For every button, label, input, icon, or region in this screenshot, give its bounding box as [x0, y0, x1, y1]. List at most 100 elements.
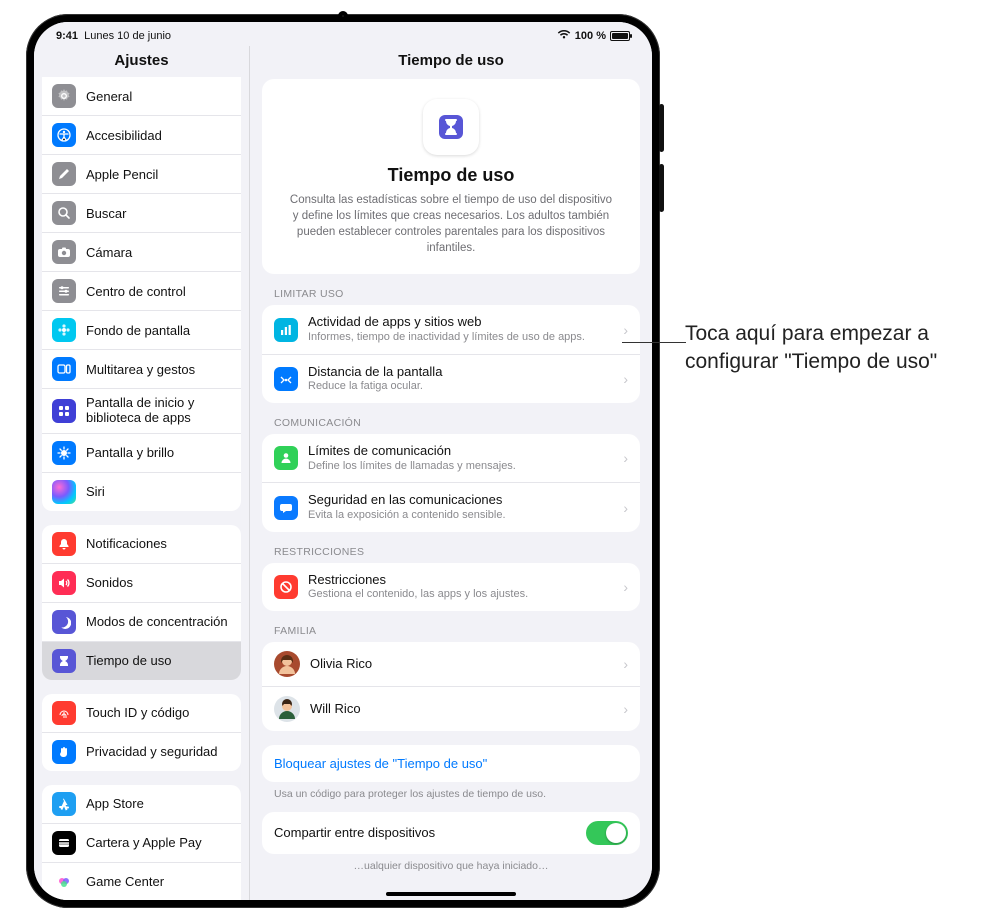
section-header-restr: RESTRICCIONES	[274, 546, 628, 558]
avatar	[274, 651, 300, 677]
chevron-right-icon: ›	[623, 322, 628, 338]
lock-footer: Usa un código para proteger los ajustes …	[274, 788, 628, 802]
sidebar-item-siri[interactable]: Siri	[42, 472, 241, 511]
status-bar: 9:41 Lunes 10 de junio 100 %	[34, 22, 652, 46]
chevron-right-icon: ›	[623, 450, 628, 466]
lock-screentime-button[interactable]: Bloquear ajustes de "Tiempo de uso"	[262, 745, 640, 782]
sidebar-item-sun[interactable]: Pantalla y brillo	[42, 433, 241, 472]
settings-row[interactable]: Límites de comunicaciónDefine los límite…	[262, 434, 640, 482]
chevron-right-icon: ›	[623, 579, 628, 595]
hourglass-icon	[423, 99, 479, 155]
section-family: Olivia Rico › Will Rico›	[262, 642, 640, 731]
sidebar-group-1: General Accesibilidad Apple Pencil Buscar Cá…	[42, 77, 241, 511]
callout-leader-line	[622, 342, 686, 343]
sidebar-item-label: Pantalla de inicio y biblioteca de apps	[86, 396, 231, 426]
siri-icon	[52, 480, 76, 504]
gamecenter-icon	[52, 870, 76, 894]
sidebar-item-multitask[interactable]: Multitarea y gestos	[42, 349, 241, 388]
callout-text: Toca aquí para empezar a configurar "Tie…	[685, 320, 985, 377]
share-footer: …ualquier dispositivo que haya iniciado…	[274, 860, 628, 874]
settings-row[interactable]: Distancia de la pantallaReduce la fatiga…	[262, 354, 640, 403]
section-comm: Límites de comunicaciónDefine los límite…	[262, 434, 640, 532]
chevron-right-icon: ›	[623, 656, 628, 672]
sidebar-item-label: Buscar	[86, 206, 126, 221]
front-camera	[338, 11, 348, 21]
row-title: Límites de comunicación	[308, 443, 613, 459]
share-across-devices-row[interactable]: Compartir entre dispositivos	[262, 812, 640, 854]
flower-icon	[52, 318, 76, 342]
share-toggle[interactable]	[586, 821, 628, 845]
person-icon	[274, 446, 298, 470]
battery-icon	[610, 31, 630, 41]
sun-icon	[52, 441, 76, 465]
row-title: Restricciones	[308, 572, 613, 588]
sidebar-item-label: Pantalla y brillo	[86, 445, 174, 460]
section-restr: RestriccionesGestiona el contenido, las …	[262, 563, 640, 611]
sidebar-item-fingerprint[interactable]: Touch ID y código	[42, 694, 241, 732]
sidebar-item-hourglass[interactable]: Tiempo de uso	[42, 641, 241, 680]
home-indicator[interactable]	[386, 892, 516, 896]
hardware-button	[659, 104, 664, 152]
row-subtitle: Define los límites de llamadas y mensaje…	[308, 460, 613, 474]
sidebar-item-speaker[interactable]: Sonidos	[42, 563, 241, 602]
sidebar-title: Ajustes	[34, 46, 249, 77]
sidebar-item-pencil[interactable]: Apple Pencil	[42, 154, 241, 193]
sidebar-item-moon[interactable]: Modos de concentración	[42, 602, 241, 641]
sidebar-item-flower[interactable]: Fondo de pantalla	[42, 310, 241, 349]
sidebar-item-search[interactable]: Buscar	[42, 193, 241, 232]
sidebar-item-label: Tiempo de uso	[86, 653, 172, 668]
moon-icon	[52, 610, 76, 634]
row-subtitle: Evita la exposición a contenido sensible…	[308, 509, 613, 523]
sidebar-item-label: Centro de control	[86, 284, 186, 299]
lock-card: Bloquear ajustes de "Tiempo de uso"	[262, 745, 640, 782]
sidebar-item-hand[interactable]: Privacidad y seguridad	[42, 732, 241, 771]
sidebar-item-label: Accesibilidad	[86, 128, 162, 143]
accessibility-icon	[52, 123, 76, 147]
sidebar-item-gamecenter[interactable]: Game Center	[42, 862, 241, 900]
hero-card: Tiempo de uso Consulta las estadísticas …	[262, 79, 640, 274]
hardware-button	[659, 164, 664, 212]
settings-row[interactable]: Actividad de apps y sitios webInformes, …	[262, 305, 640, 353]
section-header-limit: LIMITAR USO	[274, 288, 628, 300]
settings-sidebar: Ajustes General Accesibilidad Apple Pencil…	[34, 46, 250, 900]
sidebar-item-gear[interactable]: General	[42, 77, 241, 115]
sidebar-item-label: General	[86, 89, 132, 104]
row-title: Distancia de la pantalla	[308, 364, 613, 380]
sidebar-item-wallet[interactable]: Cartera y Apple Pay	[42, 823, 241, 862]
multitask-icon	[52, 357, 76, 381]
detail-pane: Tiempo de uso Tiempo de uso Consulta las…	[250, 46, 652, 900]
detail-title: Tiempo de uso	[250, 46, 652, 79]
share-card: Compartir entre dispositivos	[262, 812, 640, 854]
chart-icon	[274, 318, 298, 342]
sidebar-item-label: Privacidad y seguridad	[86, 744, 218, 759]
speaker-icon	[52, 571, 76, 595]
sidebar-item-label: Fondo de pantalla	[86, 323, 190, 338]
fingerprint-icon	[52, 701, 76, 725]
wifi-icon	[557, 29, 571, 43]
hero-body: Consulta las estadísticas sobre el tiemp…	[280, 192, 622, 256]
avatar	[274, 696, 300, 722]
sidebar-item-label: Modos de concentración	[86, 614, 228, 629]
settings-row[interactable]: Seguridad en las comunicacionesEvita la …	[262, 482, 640, 531]
family-member-row[interactable]: Olivia Rico ›	[262, 642, 640, 686]
sidebar-group-4: App StoreCartera y Apple PayGame Centeri…	[42, 785, 241, 900]
grid-icon	[52, 399, 76, 423]
sidebar-item-label: Sonidos	[86, 575, 133, 590]
wallet-icon	[52, 831, 76, 855]
sidebar-item-bell[interactable]: Notificaciones	[42, 525, 241, 563]
row-title: Olivia Rico	[310, 656, 613, 672]
settings-row[interactable]: RestriccionesGestiona el contenido, las …	[262, 563, 640, 611]
hero-heading: Tiempo de uso	[280, 165, 622, 186]
sidebar-item-camera[interactable]: Cámara	[42, 232, 241, 271]
sidebar-item-appstore[interactable]: App Store	[42, 785, 241, 823]
sidebar-item-grid[interactable]: Pantalla de inicio y biblioteca de apps	[42, 388, 241, 433]
nosign-icon	[274, 575, 298, 599]
sidebar-item-label: Apple Pencil	[86, 167, 158, 182]
sidebar-item-label: Touch ID y código	[86, 705, 189, 720]
sidebar-item-label: Siri	[86, 484, 105, 499]
share-label: Compartir entre dispositivos	[274, 825, 576, 841]
sidebar-item-label: Cámara	[86, 245, 132, 260]
sidebar-item-accessibility[interactable]: Accesibilidad	[42, 115, 241, 154]
sidebar-item-sliders[interactable]: Centro de control	[42, 271, 241, 310]
family-member-row[interactable]: Will Rico›	[262, 686, 640, 731]
